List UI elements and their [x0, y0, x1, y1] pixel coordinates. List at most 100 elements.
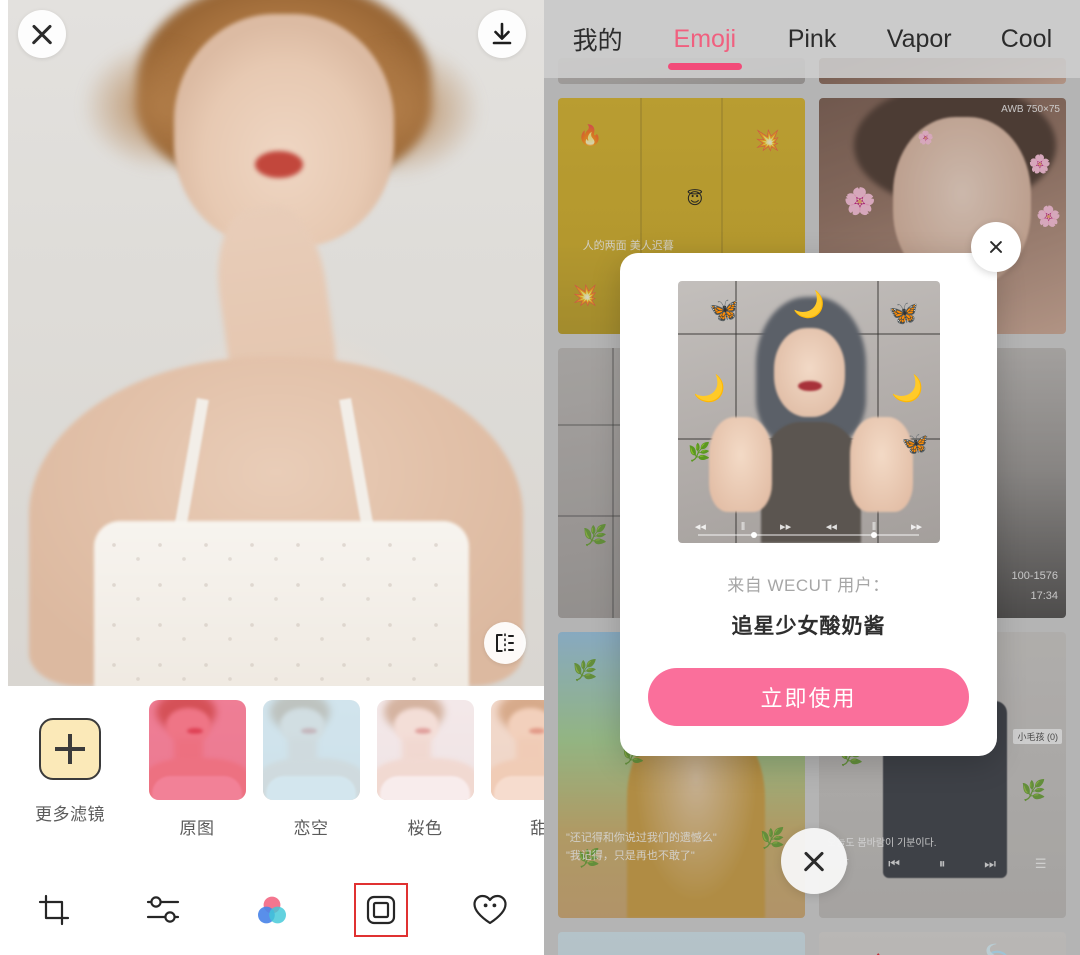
filter-strip[interactable]: 更多滤镜 原图 恋空 桜色 甜	[0, 700, 544, 865]
sticker-preview-image[interactable]: 🦋 🌙 🦋 🌙 🌙 🌿 🦋 ◂◂ ‖ ▸▸ ◂◂ ‖ ▸▸	[677, 281, 940, 543]
tab-pink[interactable]: Pink	[758, 0, 865, 78]
tab-label: 我的	[572, 27, 623, 55]
flower-emoji: 🌸	[1036, 205, 1062, 228]
mirror-flip-icon	[496, 633, 514, 653]
close-icon	[988, 239, 1004, 255]
filter-thumbnail	[376, 700, 474, 800]
filter-tint-overlay	[376, 700, 474, 800]
butterfly-emoji: 🦋	[888, 299, 919, 327]
card-caption: "还记得和你说过我们的遗憾么"	[566, 832, 717, 845]
prev-icon[interactable]: ⏮	[888, 856, 900, 872]
filter-item-lianKong[interactable]: 恋空	[254, 700, 368, 839]
tab-label: Pink	[787, 24, 837, 53]
filter-tint-overlay	[148, 700, 246, 800]
filter-label: 甜	[530, 819, 544, 838]
download-button[interactable]	[478, 10, 526, 58]
close-icon	[801, 848, 827, 874]
rewind-icon[interactable]: ◂◂	[695, 520, 706, 533]
sticker-card-leaf[interactable]: 🍁 🍃	[819, 932, 1066, 955]
card-meta: 小毛孩 (0)	[1013, 729, 1062, 745]
filter-thumbnail	[490, 700, 544, 800]
tool-filter[interactable]	[218, 865, 327, 955]
moon-emoji: 🌙	[891, 373, 924, 404]
filter-thumbnail	[262, 700, 360, 800]
cannabis-leaf-emoji: 🍃	[974, 946, 1016, 955]
next-icon[interactable]: ⏭	[984, 856, 996, 872]
tab-label: Emoji	[673, 24, 737, 53]
tab-label: Cool	[1000, 24, 1053, 53]
halo-emoji: 😇	[686, 191, 704, 209]
tab-vapor[interactable]: Vapor	[866, 0, 973, 78]
portrait-lace-texture	[104, 535, 459, 686]
add-filter-tile	[39, 718, 101, 780]
more-filters-button[interactable]: 更多滤镜	[0, 700, 140, 825]
preview-progress-track[interactable]	[698, 534, 919, 536]
preview-progress-dot[interactable]	[750, 532, 757, 538]
filter-tint-overlay	[490, 700, 544, 800]
tab-my[interactable]: 我的	[544, 0, 651, 78]
pause-icon[interactable]: ⏸	[939, 856, 946, 872]
tool-crop[interactable]	[0, 865, 109, 955]
tool-adjust[interactable]	[109, 865, 218, 955]
leaf-emoji: 🌿	[1021, 779, 1047, 802]
card-meta: AWB 750×75	[1001, 104, 1060, 115]
card-caption: 人的两面 美人迟暮	[582, 239, 674, 252]
category-tabs[interactable]: 我的 Emoji Pink Vapor Cool	[544, 0, 1080, 78]
filter-label: 桜色	[407, 819, 443, 838]
close-icon	[29, 21, 55, 47]
filter-item-original[interactable]: 原图	[140, 700, 254, 839]
modal-from-label: 来自 WECUT 用户：	[727, 576, 890, 595]
tab-cool[interactable]: Cool	[973, 0, 1080, 78]
forward-icon-2[interactable]: ▸▸	[911, 520, 922, 533]
close-editor-button[interactable]	[18, 10, 66, 58]
flower-emoji: 🌸	[843, 185, 877, 216]
forward-icon[interactable]: ▸▸	[780, 520, 791, 533]
modal-close-button[interactable]	[971, 222, 1021, 272]
boom-emoji: 💥	[755, 130, 781, 153]
photo-editor-panel: 更多滤镜 原图 恋空 桜色 甜	[0, 0, 544, 955]
frame-icon	[366, 895, 395, 925]
filter-label: 恋空	[293, 819, 329, 838]
sheet-close-button[interactable]	[781, 828, 847, 894]
pause-icon[interactable]: ‖	[741, 521, 746, 533]
use-now-button[interactable]: 立即使用	[648, 668, 969, 726]
moon-emoji: 🌙	[693, 373, 726, 404]
boom-emoji: 💥	[572, 284, 598, 307]
leaf-emoji: 🌿	[687, 442, 711, 463]
app-screen: 更多滤镜 原图 恋空 桜色 甜 🔥 💥 💥 😇 人的两面 美人迟暮 🌸 🌸 🌸 …	[0, 0, 1080, 955]
filter-item-tian[interactable]: 甜	[482, 700, 544, 839]
tab-label: Vapor	[886, 24, 952, 53]
sticker-browser-panel: 🔥 💥 💥 😇 人的两面 美人迟暮 🌸 🌸 🌸 🌸 AWB 750×75 要走的…	[544, 0, 1080, 955]
portrait-lips	[254, 150, 303, 179]
tool-frame[interactable]	[326, 865, 435, 955]
editor-toolbar	[0, 865, 544, 955]
filter-label: 更多滤镜	[35, 805, 105, 824]
sticker-detail-modal: 🦋 🌙 🦋 🌙 🌙 🌿 🦋 ◂◂ ‖ ▸▸ ◂◂ ‖ ▸▸ 来自 WECUT 用…	[620, 253, 997, 756]
tab-emoji[interactable]: Emoji	[651, 0, 758, 78]
sticker-heart-icon	[472, 894, 507, 925]
download-icon	[492, 22, 512, 45]
preview-media-controls[interactable]: ◂◂ ‖ ▸▸ ◂◂ ‖ ▸▸	[678, 520, 940, 534]
tool-sticker[interactable]	[435, 865, 544, 955]
mirror-flip-button[interactable]	[484, 622, 526, 664]
filter-item-sakura[interactable]: 桜色	[368, 700, 482, 839]
list-icon[interactable]: ☰	[1035, 856, 1047, 872]
rewind-icon-2[interactable]: ◂◂	[826, 520, 837, 533]
filter-color-icon	[257, 896, 286, 924]
flower-emoji: 🌸	[1028, 153, 1052, 174]
moon-emoji: 🌙	[792, 289, 826, 320]
card-caption-second: "我记得，只是再也不敢了"	[566, 850, 695, 863]
media-controls[interactable]: ↺ ⏮ ⏸ ⏭ ☰	[819, 856, 1066, 872]
card-caption: 오늘도 봄바람이 기분이다.	[827, 837, 937, 849]
modal-username: 追星少女酸奶酱	[731, 615, 886, 638]
sticker-card-blue-tile[interactable]: 🌿 🌿	[558, 932, 805, 955]
filter-tint-overlay	[262, 700, 360, 800]
filter-label: 原图	[179, 819, 215, 838]
plus-icon	[55, 734, 85, 764]
photo-canvas[interactable]	[8, 0, 544, 686]
butterfly-emoji: 🦋	[901, 430, 930, 456]
pause-icon-2[interactable]: ‖	[872, 521, 877, 533]
leaf-emoji: 🌿	[572, 659, 598, 682]
leaf-emoji: 🌿	[582, 525, 608, 548]
butterfly-emoji: 🦋	[708, 297, 739, 325]
